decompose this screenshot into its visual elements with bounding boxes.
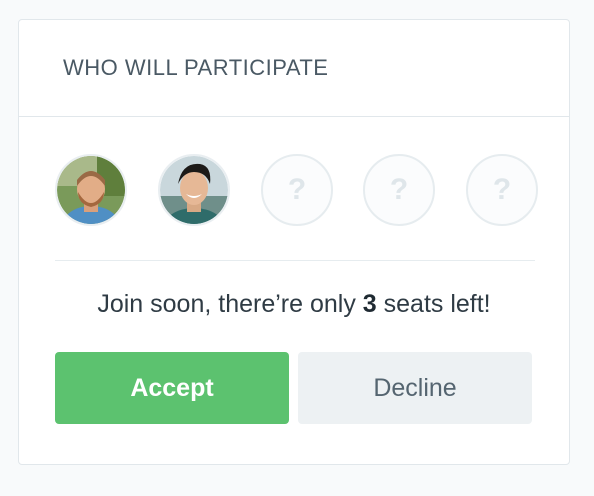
card-header: WHO WILL PARTICIPATE <box>19 20 569 117</box>
empty-seat: ? <box>261 154 333 226</box>
accept-button[interactable]: Accept <box>55 352 289 424</box>
avatar <box>158 154 230 226</box>
empty-seat: ? <box>466 154 538 226</box>
avatar <box>55 154 127 226</box>
card-title: WHO WILL PARTICIPATE <box>63 55 329 80</box>
decline-button[interactable]: Decline <box>298 352 532 424</box>
empty-seat-placeholder: ? <box>389 173 409 206</box>
seats-left-message: Join soon, there’re only 3 seats left! <box>19 290 569 319</box>
seats-message-suffix: seats left! <box>376 290 491 318</box>
empty-seat-placeholder: ? <box>492 173 512 206</box>
seats-count: 3 <box>362 290 377 318</box>
empty-seat: ? <box>363 154 435 226</box>
divider <box>55 260 535 261</box>
participation-card: WHO WILL PARTICIPATE ? ? ? Join soon, th… <box>18 19 570 465</box>
empty-seat-placeholder: ? <box>287 173 307 206</box>
participant-photo <box>57 156 125 224</box>
seats-message-prefix: Join soon, there’re only <box>97 290 363 318</box>
participant-avatars: ? ? ? <box>55 154 539 226</box>
participant-photo <box>160 156 228 224</box>
